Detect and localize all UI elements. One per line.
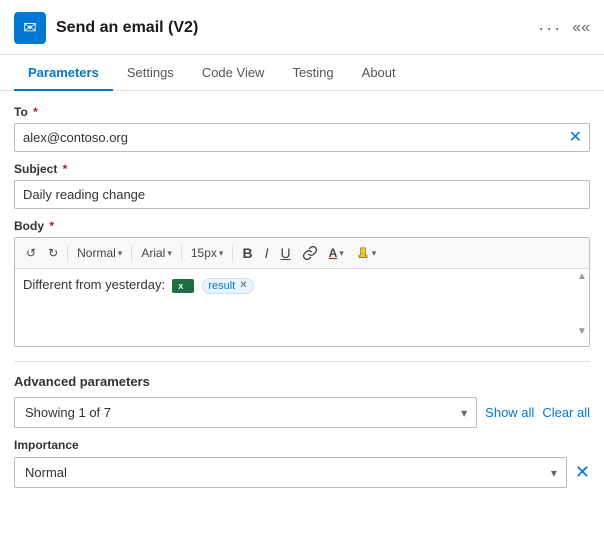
advanced-title: Advanced parameters: [14, 374, 590, 389]
form-area: To * ✕ Subject * Body * ↺ ↻ Normal: [0, 91, 604, 347]
svg-text:X: X: [178, 282, 183, 291]
collapse-button[interactable]: ««: [572, 19, 590, 37]
font-dropdown[interactable]: Arial ▾: [136, 243, 177, 263]
advanced-params-dropdown[interactable]: Showing 1 of 7: [14, 397, 477, 428]
advanced-dropdown-wrapper: Showing 1 of 7 ▾: [14, 397, 477, 428]
subject-label: Subject *: [14, 162, 590, 176]
tab-settings[interactable]: Settings: [113, 55, 188, 90]
paragraph-chevron-icon: ▾: [118, 248, 123, 259]
importance-dropdown[interactable]: NormalLowHigh: [14, 457, 567, 488]
header-actions: ··· ««: [538, 18, 590, 39]
subject-input-wrapper: [14, 180, 590, 209]
more-options-button[interactable]: ···: [538, 18, 562, 39]
required-star-body: *: [46, 219, 54, 233]
italic-button[interactable]: I: [260, 242, 274, 264]
body-editor: ↺ ↻ Normal ▾ Arial ▾ 15px ▾ B: [14, 237, 590, 347]
toolbar-sep-2: [131, 245, 132, 261]
to-field-group: To * ✕: [14, 105, 590, 152]
bold-button[interactable]: B: [237, 242, 257, 264]
size-chevron-icon: ▾: [219, 248, 224, 259]
font-size-dropdown[interactable]: 15px ▾: [186, 243, 229, 263]
tab-testing[interactable]: Testing: [278, 55, 347, 90]
underline-button[interactable]: U: [275, 242, 295, 264]
advanced-controls: Showing 1 of 7 ▾ Show all Clear all: [14, 397, 590, 428]
redo-button[interactable]: ↻: [43, 243, 63, 263]
body-text-prefix: Different from yesterday:: [23, 277, 165, 292]
subject-input[interactable]: [14, 180, 590, 209]
header: ✉ Send an email (V2) ··· ««: [0, 0, 604, 55]
tab-about[interactable]: About: [348, 55, 410, 90]
toolbar-sep-4: [232, 245, 233, 261]
to-input-wrapper: ✕: [14, 123, 590, 152]
to-input[interactable]: [14, 123, 590, 152]
subject-field-group: Subject *: [14, 162, 590, 209]
highlight-icon: [356, 246, 370, 260]
remove-result-button[interactable]: ✕: [239, 280, 247, 291]
importance-label: Importance: [14, 438, 590, 452]
required-star-subject: *: [59, 162, 67, 176]
toolbar-sep-3: [181, 245, 182, 261]
excel-badge: X: [172, 279, 194, 293]
advanced-section: Advanced parameters Showing 1 of 7 ▾ Sho…: [0, 374, 604, 488]
importance-group: NormalLowHigh ▾ ✕: [14, 457, 590, 488]
show-all-button[interactable]: Show all: [485, 405, 534, 420]
section-divider: [14, 361, 590, 362]
app-icon: ✉: [14, 12, 46, 44]
scroll-down-button[interactable]: ▼: [577, 326, 587, 337]
scroll-up-button[interactable]: ▲: [577, 271, 587, 282]
to-label: To *: [14, 105, 590, 119]
font-chevron-icon: ▾: [167, 248, 172, 259]
editor-toolbar: ↺ ↻ Normal ▾ Arial ▾ 15px ▾ B: [15, 238, 589, 269]
font-color-button[interactable]: A ▾: [324, 243, 349, 263]
editor-content[interactable]: Different from yesterday: X result ✕ ▲ ▼: [15, 269, 589, 339]
excel-icon: X: [176, 280, 188, 292]
tabs-bar: Parameters Settings Code View Testing Ab…: [0, 55, 604, 91]
tab-parameters[interactable]: Parameters: [14, 55, 113, 90]
importance-dropdown-wrapper: NormalLowHigh ▾: [14, 457, 567, 488]
highlight-button[interactable]: ▾: [351, 243, 382, 263]
toolbar-sep-1: [67, 245, 68, 261]
header-left: ✉ Send an email (V2): [14, 12, 198, 44]
email-icon: ✉: [23, 18, 36, 38]
link-button[interactable]: [298, 243, 322, 263]
editor-scrollbar[interactable]: ▲ ▼: [577, 271, 587, 337]
required-star-to: *: [30, 105, 38, 119]
tab-code-view[interactable]: Code View: [188, 55, 279, 90]
link-icon: [303, 246, 317, 260]
remove-importance-button[interactable]: ✕: [575, 462, 590, 483]
body-label: Body *: [14, 219, 590, 233]
result-token: result ✕: [202, 278, 253, 294]
clear-all-button[interactable]: Clear all: [542, 405, 590, 420]
clear-to-button[interactable]: ✕: [569, 130, 582, 146]
body-field-group: Body * ↺ ↻ Normal ▾ Arial ▾ 15px: [14, 219, 590, 347]
highlight-chevron-icon: ▾: [372, 248, 377, 259]
font-color-chevron-icon: ▾: [339, 248, 344, 259]
page-title: Send an email (V2): [56, 19, 198, 37]
undo-button[interactable]: ↺: [21, 243, 41, 263]
paragraph-style-dropdown[interactable]: Normal ▾: [72, 243, 127, 263]
